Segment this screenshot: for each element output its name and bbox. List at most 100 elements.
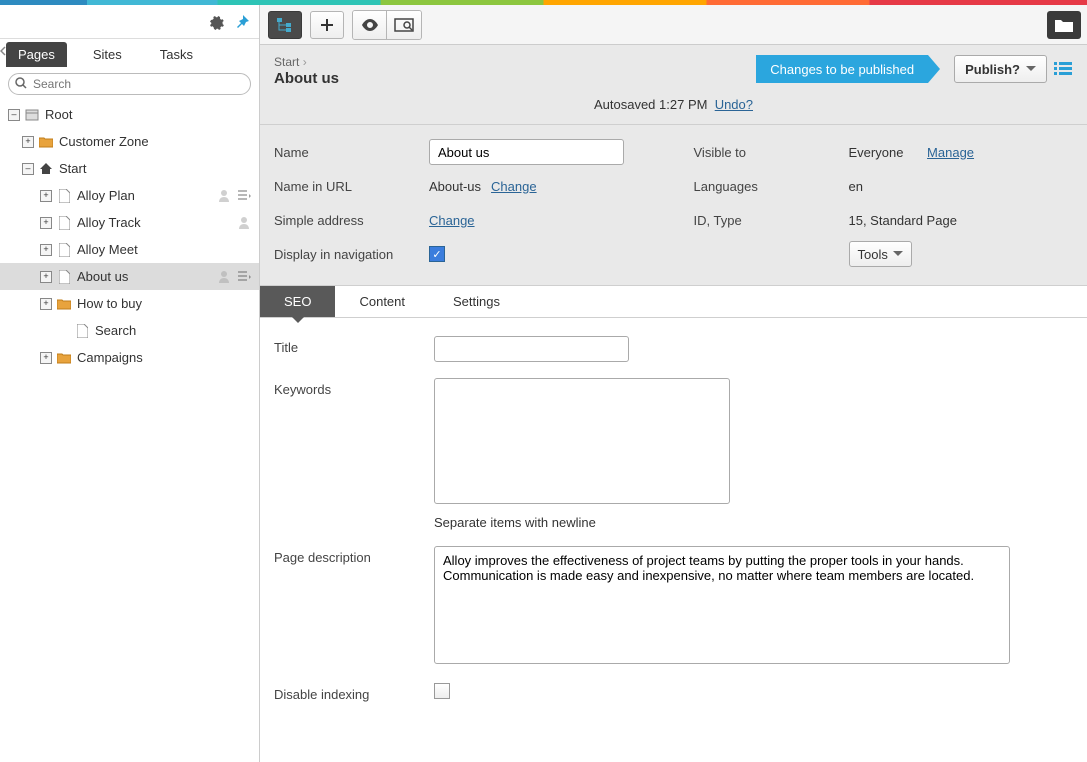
collapse-icon[interactable]: – bbox=[22, 163, 34, 175]
tree-campaigns[interactable]: + Campaigns bbox=[0, 344, 259, 371]
keywords-input[interactable] bbox=[434, 378, 730, 504]
page-icon bbox=[56, 242, 72, 258]
breadcrumb[interactable]: Start › bbox=[274, 55, 339, 69]
folder-icon bbox=[56, 350, 72, 366]
keywords-hint: Separate items with newline bbox=[434, 515, 1073, 530]
collapse-icon[interactable]: – bbox=[8, 109, 20, 121]
languages-value: en bbox=[849, 179, 863, 194]
manage-link[interactable]: Manage bbox=[927, 145, 974, 160]
pin-button[interactable] bbox=[231, 11, 253, 33]
search-icon bbox=[15, 77, 27, 92]
expand-icon[interactable]: + bbox=[40, 298, 52, 310]
page-icon bbox=[24, 107, 40, 123]
expand-icon[interactable]: + bbox=[22, 136, 34, 148]
keywords-label: Keywords bbox=[274, 378, 434, 530]
tree-label: Alloy Plan bbox=[77, 188, 217, 203]
tree-label: Alloy Meet bbox=[77, 242, 253, 257]
add-button[interactable] bbox=[310, 11, 344, 39]
navigation-panel: Pages Sites Tasks – Root + Customer Zone bbox=[0, 5, 260, 762]
page-properties: Name Name in URL About-us Change Simple … bbox=[260, 125, 1087, 286]
simple-address-label: Simple address bbox=[274, 213, 429, 228]
display-nav-checkbox[interactable]: ✓ bbox=[429, 246, 445, 262]
expand-icon[interactable]: + bbox=[40, 217, 52, 229]
change-url-link[interactable]: Change bbox=[491, 179, 537, 194]
expand-icon[interactable]: + bbox=[40, 352, 52, 364]
autosave-status: Autosaved 1:27 PM Undo? bbox=[274, 87, 1073, 124]
menu-icon[interactable] bbox=[237, 188, 253, 204]
settings-button[interactable] bbox=[205, 11, 227, 33]
display-nav-label: Display in navigation bbox=[274, 247, 429, 262]
title-input[interactable] bbox=[434, 336, 629, 362]
assets-button[interactable] bbox=[1047, 11, 1081, 39]
tree-alloy-meet[interactable]: + Alloy Meet bbox=[0, 236, 259, 263]
tree-search[interactable]: Search bbox=[0, 317, 259, 344]
title-label: Title bbox=[274, 336, 434, 362]
name-input[interactable] bbox=[429, 139, 624, 165]
expand-icon[interactable]: + bbox=[40, 190, 52, 202]
idtype-label: ID, Type bbox=[694, 213, 849, 228]
home-icon bbox=[38, 161, 54, 177]
tree-label: Root bbox=[45, 107, 253, 122]
change-address-link[interactable]: Change bbox=[429, 213, 475, 228]
name-label: Name bbox=[274, 145, 429, 160]
compare-button[interactable] bbox=[387, 11, 421, 39]
preview-button[interactable] bbox=[353, 11, 387, 39]
chevron-down-icon bbox=[1026, 66, 1036, 72]
tab-seo[interactable]: SEO bbox=[260, 286, 335, 317]
toolbar bbox=[260, 5, 1087, 45]
disable-index-label: Disable indexing bbox=[274, 683, 434, 702]
languages-label: Languages bbox=[694, 179, 849, 194]
tree-icon bbox=[276, 17, 294, 33]
tree-start[interactable]: – Start bbox=[0, 155, 259, 182]
expand-icon[interactable]: + bbox=[40, 244, 52, 256]
tree-label: Customer Zone bbox=[59, 134, 253, 149]
content-tabs: SEO Content Settings bbox=[260, 286, 1087, 318]
tab-sites[interactable]: Sites bbox=[81, 42, 134, 67]
tab-settings[interactable]: Settings bbox=[429, 286, 524, 317]
user-icon bbox=[217, 269, 233, 285]
tree-root[interactable]: – Root bbox=[0, 101, 259, 128]
folder-icon bbox=[56, 296, 72, 312]
visible-to-value: Everyone bbox=[849, 145, 904, 160]
publish-button[interactable]: Publish? bbox=[954, 55, 1047, 83]
compare-icon bbox=[394, 18, 414, 32]
visible-to-label: Visible to bbox=[694, 145, 849, 160]
tab-content[interactable]: Content bbox=[335, 286, 429, 317]
tree-label: Alloy Track bbox=[77, 215, 237, 230]
tools-button[interactable]: Tools bbox=[849, 241, 912, 267]
user-icon bbox=[237, 215, 253, 231]
options-list-button[interactable] bbox=[1053, 59, 1073, 79]
status-badge: Changes to be published bbox=[756, 55, 928, 83]
search-box bbox=[8, 73, 251, 95]
tree-view-button[interactable] bbox=[268, 11, 302, 39]
folder-icon bbox=[38, 134, 54, 150]
eye-icon bbox=[361, 19, 379, 31]
tree-how-to-buy[interactable]: + How to buy bbox=[0, 290, 259, 317]
tree-alloy-track[interactable]: + Alloy Track bbox=[0, 209, 259, 236]
tree-customer-zone[interactable]: + Customer Zone bbox=[0, 128, 259, 155]
expand-icon[interactable]: + bbox=[40, 271, 52, 283]
name-url-value: About-us bbox=[429, 179, 481, 194]
tree-about-us[interactable]: + About us bbox=[0, 263, 259, 290]
pin-icon bbox=[235, 15, 249, 29]
page-icon bbox=[56, 215, 72, 231]
user-icon bbox=[217, 188, 233, 204]
tree-alloy-plan[interactable]: + Alloy Plan bbox=[0, 182, 259, 209]
menu-icon[interactable] bbox=[237, 269, 253, 285]
tab-tasks[interactable]: Tasks bbox=[148, 42, 205, 67]
search-input[interactable] bbox=[8, 73, 251, 95]
seo-form: Title Keywords Separate items with newli… bbox=[260, 318, 1087, 736]
disable-index-checkbox[interactable] bbox=[434, 683, 450, 699]
page-icon bbox=[56, 269, 72, 285]
nav-collapse-icon[interactable] bbox=[0, 45, 8, 59]
tree-label: How to buy bbox=[77, 296, 253, 311]
undo-link[interactable]: Undo? bbox=[715, 97, 753, 112]
gear-icon bbox=[208, 14, 224, 30]
pagedesc-input[interactable] bbox=[434, 546, 1010, 664]
pagedesc-label: Page description bbox=[274, 546, 434, 667]
page-icon bbox=[56, 188, 72, 204]
name-url-label: Name in URL bbox=[274, 179, 429, 194]
idtype-value: 15, Standard Page bbox=[849, 213, 957, 228]
tab-pages[interactable]: Pages bbox=[6, 42, 67, 67]
page-icon bbox=[74, 323, 90, 339]
